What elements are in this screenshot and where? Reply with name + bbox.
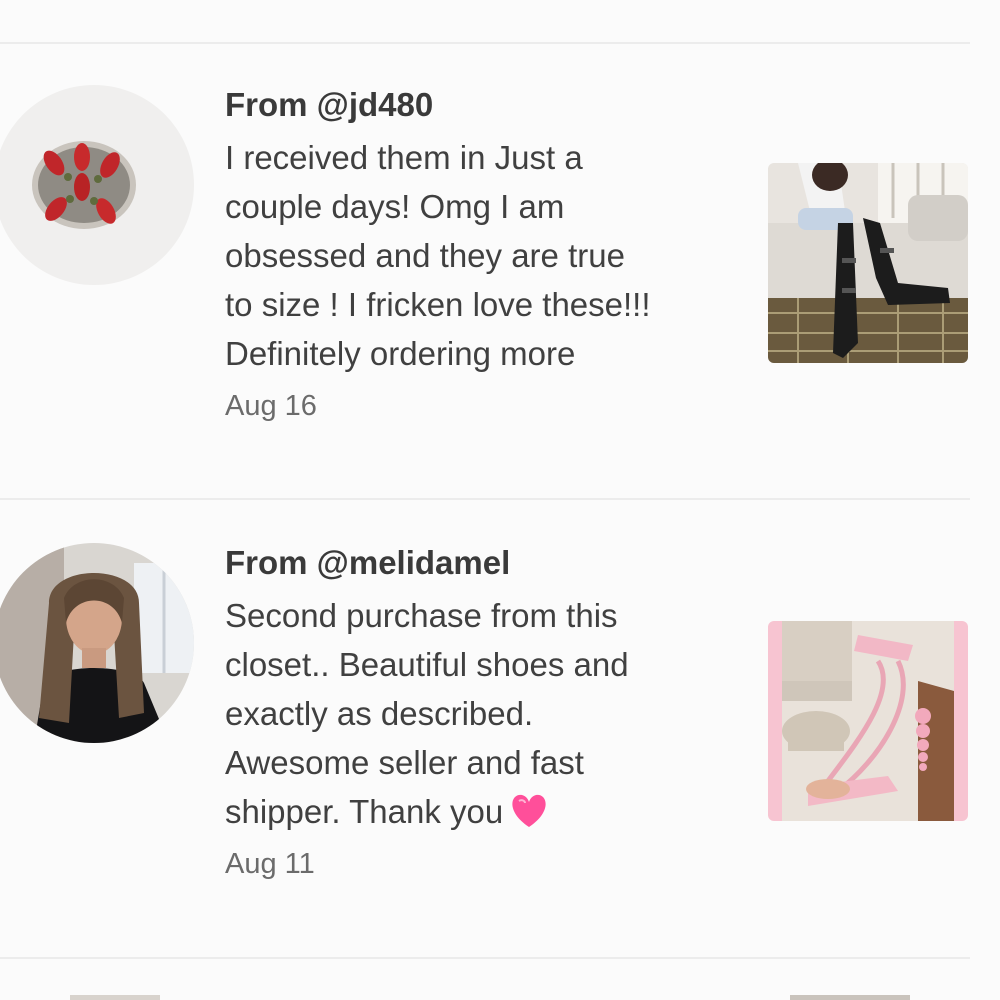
review-text: I received them in Just a couple days! O… <box>225 139 651 372</box>
divider-bottom <box>0 957 970 959</box>
pink-sandals-photo[interactable] <box>768 621 968 821</box>
review-text-content: Second purchase from this closet.. Beaut… <box>225 597 629 830</box>
reviewer-name[interactable]: From @jd480 <box>225 85 745 125</box>
review-content: From @melidamel Second purchase from thi… <box>225 543 745 882</box>
black-boots-photo[interactable] <box>768 163 968 363</box>
next-review-peek <box>0 995 1000 1000</box>
reviewer-name[interactable]: From @melidamel <box>225 543 745 583</box>
reviews-screen: From @jd480 I received them in Just a co… <box>0 0 1000 1000</box>
pink-heart-icon <box>512 794 546 827</box>
coral-ring-avatar[interactable] <box>0 85 194 285</box>
review-content: From @jd480 I received them in Just a co… <box>225 85 745 424</box>
woman-portrait-avatar[interactable] <box>0 543 194 743</box>
divider-middle <box>0 498 970 500</box>
review-text: Second purchase from this closet.. Beaut… <box>225 591 745 836</box>
review-date: Aug 16 <box>225 390 317 422</box>
divider-top <box>0 42 970 44</box>
review-date: Aug 11 <box>225 848 315 880</box>
